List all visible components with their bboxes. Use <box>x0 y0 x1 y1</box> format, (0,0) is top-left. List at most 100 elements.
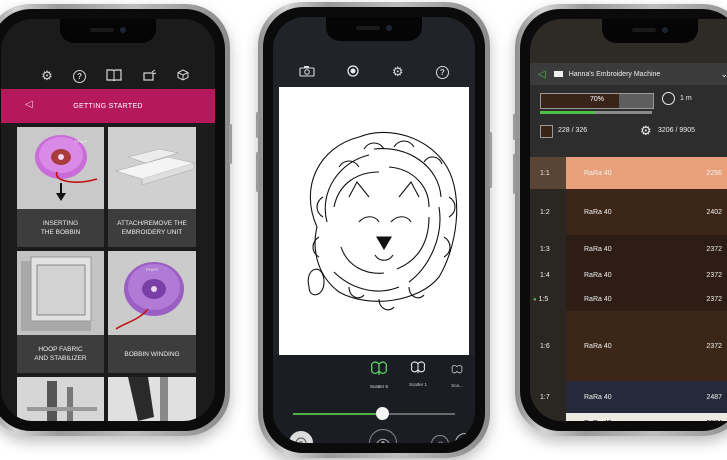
lion-design-image <box>307 131 458 311</box>
notch <box>602 19 698 43</box>
motif-label: Scatter 1 <box>408 382 427 387</box>
design-editor-screen: ⚙ ? Scatter 5 Scatter 1 Sca... ✎ <box>273 17 475 443</box>
side-button <box>513 154 516 194</box>
tile-bobbin-winding[interactable]: PFAFF BOBBIN WINDING <box>108 251 196 373</box>
record-icon[interactable] <box>347 64 360 80</box>
motif-label: Scatter 5 <box>369 384 388 389</box>
tile-partial-left[interactable] <box>17 377 104 421</box>
chevron-down-icon[interactable]: ⌄ <box>720 69 727 80</box>
machine-icon[interactable] <box>142 69 157 84</box>
current-color-swatch <box>540 125 553 138</box>
eye-icon <box>376 438 390 443</box>
side-button <box>256 152 259 192</box>
camera-icon[interactable] <box>299 65 315 80</box>
gear-icon[interactable]: ⚙ <box>392 65 404 79</box>
thread-number: ● 1:5 <box>533 295 549 303</box>
thread-number: 1:3 <box>540 245 550 253</box>
toolbar: ⚙ ? <box>273 61 475 83</box>
thread-stitch-count: 2372 <box>706 245 722 253</box>
slider-knob[interactable] <box>376 407 390 420</box>
caption-line: EMBROIDERY UNIT <box>121 229 183 236</box>
thread-name: RaRa 40 <box>584 420 612 422</box>
thread-stitch-count: 2256 <box>706 169 722 177</box>
embroidery-unit-image <box>114 148 196 186</box>
design-canvas[interactable] <box>279 87 469 355</box>
toolbar: ⚙ ? <box>1 65 215 87</box>
phone-bezel: ◁ Hanna's Embroidery Machine ⌄ 70% 1 m 2… <box>520 9 727 431</box>
butterfly-icon <box>370 361 388 375</box>
progress-bar: 70% <box>540 93 654 109</box>
notch <box>60 19 156 43</box>
tile-caption: INSERTING THE BOBBIN <box>17 209 104 247</box>
thread-row[interactable]: 1:2 RaRa 40 2402 <box>530 189 727 235</box>
active-dot-icon: ● <box>533 296 537 303</box>
cube-icon[interactable] <box>177 68 189 84</box>
side-button <box>489 132 492 188</box>
thread-name: RaRa 40 <box>584 169 612 177</box>
pencil-icon: ✎ <box>461 438 469 444</box>
thread-row[interactable]: 1:1 RaRa 40 2256 <box>530 157 727 189</box>
getting-started-screen: ⚙ ? ◁ GETTING STARTED PFAFF INSERTING TH… <box>1 19 215 421</box>
thread-name: RaRa 40 <box>584 208 612 216</box>
size-slider[interactable] <box>293 407 455 420</box>
caption-line: HOOP FABRIC <box>38 346 83 353</box>
gear-icon: ⚙ <box>640 123 652 138</box>
machine-header[interactable]: ◁ Hanna's Embroidery Machine ⌄ <box>530 63 727 85</box>
caption-line: INSERTING <box>42 220 79 227</box>
thread-row[interactable]: 1:4 RaRa 40 2372 <box>530 263 727 287</box>
phone-design-editor: ⚙ ? Scatter 5 Scatter 1 Sca... ✎ <box>256 2 492 458</box>
progress-panel: 70% 1 m 228 / 326 ⚙ 3206 / 9905 <box>530 85 727 157</box>
motif-scatter-1[interactable]: Scatter 1 <box>405 361 431 387</box>
thread-stitch-count: 2372 <box>706 295 722 303</box>
machine-photo <box>27 381 97 421</box>
tile-hoop-fabric[interactable]: HOOP FABRIC AND STABILIZER <box>17 251 104 373</box>
presser-foot-photo <box>128 377 168 421</box>
thread-row[interactable]: 1:6 RaRa 40 2372 <box>530 311 727 381</box>
back-arrow-icon[interactable]: ◁ <box>25 99 33 110</box>
stitch-count: 3206 / 9905 <box>658 127 695 134</box>
bobbin-winding-image <box>115 262 184 330</box>
thread-stitch-count: 2574 <box>706 420 722 422</box>
motif-scatter-partial[interactable]: Sca... <box>447 363 467 388</box>
stitch-progress-fill <box>540 111 595 114</box>
tile-partial-right[interactable] <box>108 377 196 421</box>
thread-stitch-count: 2402 <box>706 208 722 216</box>
bobbin-brand-label: PFAFF <box>75 139 88 144</box>
book-icon[interactable] <box>106 68 122 84</box>
thread-number: 1:6 <box>540 342 550 350</box>
thread-row[interactable]: 1:8 RaRa 40 2574 <box>530 413 727 421</box>
thread-number: 1:4 <box>540 271 550 279</box>
thread-name: RaRa 40 <box>584 295 612 303</box>
thread-row[interactable]: 1:3 RaRa 40 2372 <box>530 235 727 263</box>
tile-caption: HOOP FABRIC AND STABILIZER <box>17 335 104 373</box>
slider-fill <box>293 413 383 415</box>
thread-number: 1:7 <box>540 393 550 401</box>
thread-name: RaRa 40 <box>584 271 612 279</box>
tile-inserting-bobbin[interactable]: PFAFF INSERTING THE BOBBIN <box>17 127 104 247</box>
help-icon[interactable]: ? <box>73 69 87 83</box>
caption-line: ATTACH/REMOVE THE <box>117 220 187 227</box>
phone-bezel: ⚙ ? Scatter 5 Scatter 1 Sca... ✎ <box>263 7 485 453</box>
phone-bezel: ⚙ ? ◁ GETTING STARTED PFAFF INSERTING TH… <box>0 9 225 431</box>
thread-row[interactable]: ● 1:5 RaRa 40 2372 <box>530 287 727 311</box>
tile-embroidery-unit[interactable]: ATTACH/REMOVE THE EMBROIDERY UNIT <box>108 127 196 247</box>
thread-name: RaRa 40 <box>584 393 612 401</box>
thread-stitch-count: 2487 <box>706 393 722 401</box>
motif-scatter-5[interactable]: Scatter 5 <box>365 361 393 389</box>
side-button <box>513 114 516 140</box>
gear-icon[interactable]: ⚙ <box>41 69 53 83</box>
thread-stitch-count: 2372 <box>706 342 722 350</box>
hoop-image <box>21 256 92 331</box>
thread-number: 1:1 <box>540 169 550 177</box>
help-icon[interactable]: ? <box>435 65 449 79</box>
color-change-count: 228 / 326 <box>558 127 588 134</box>
tile-caption: BOBBIN WINDING <box>108 335 196 373</box>
caption-line: AND STABILIZER <box>34 355 87 362</box>
thread-row[interactable]: 1:7 RaRa 40 2487 <box>530 381 727 413</box>
stitch-progress-bar <box>540 111 652 114</box>
machine-icon <box>553 71 563 77</box>
back-arrow-icon[interactable]: ◁ <box>538 69 546 80</box>
thread-number: 1:8 <box>530 420 566 422</box>
phone-machine-status: ◁ Hanna's Embroidery Machine ⌄ 70% 1 m 2… <box>513 4 727 436</box>
motif-label: Sca... <box>451 383 463 388</box>
